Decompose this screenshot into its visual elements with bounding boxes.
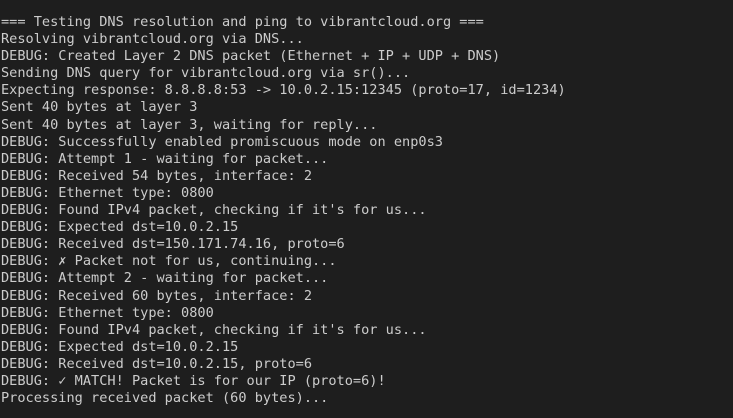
terminal-line: DEBUG: Attempt 2 - waiting for packet...: [1, 270, 329, 287]
terminal-line: DEBUG: Created Layer 2 DNS packet (Ether…: [1, 48, 501, 65]
terminal-line: DEBUG: Found IPv4 packet, checking if it…: [1, 202, 427, 219]
terminal-line: DEBUG: Received dst=150.171.74.16, proto…: [1, 236, 345, 253]
terminal-line: Processing received packet (60 bytes)...: [1, 390, 329, 407]
terminal-output: === Testing DNS resolution and ping to v…: [0, 14, 733, 407]
scrolled-off-line: [0, 0, 733, 14]
terminal-line: Resolving vibrantcloud.org via DNS...: [1, 31, 304, 48]
terminal-line: DEBUG: Received 60 bytes, interface: 2: [1, 287, 312, 304]
partial-glyph: [357, 0, 365, 3]
terminal-line: Sent 40 bytes at layer 3, waiting for re…: [1, 116, 378, 133]
terminal-line: === Testing DNS resolution and ping to v…: [1, 14, 484, 30]
terminal-line: DEBUG: Ethernet type: 0800: [1, 184, 214, 201]
terminal-line: DEBUG: ✗ Packet not for us, continuing..…: [1, 253, 337, 270]
terminal-line: DEBUG: Found IPv4 packet, checking if it…: [1, 321, 427, 338]
terminal-line: Sent 40 bytes at layer 3: [1, 99, 198, 116]
terminal-line: DEBUG: Expected dst=10.0.2.15: [1, 219, 239, 236]
terminal-line: DEBUG: Received dst=10.0.2.15, proto=6: [1, 355, 312, 372]
terminal-window[interactable]: === Testing DNS resolution and ping to v…: [0, 0, 733, 418]
terminal-line: DEBUG: Expected dst=10.0.2.15: [1, 338, 239, 355]
terminal-line: DEBUG: Ethernet type: 0800: [1, 304, 214, 321]
terminal-line: DEBUG: ✓ MATCH! Packet is for our IP (pr…: [1, 372, 386, 389]
terminal-line: DEBUG: Received 54 bytes, interface: 2: [1, 167, 312, 184]
terminal-line: DEBUG: Successfully enabled promiscuous …: [1, 133, 443, 150]
terminal-line: DEBUG: Attempt 1 - waiting for packet...: [1, 150, 329, 167]
terminal-line: Expecting response: 8.8.8.8:53 -> 10.0.2…: [1, 82, 566, 99]
terminal-line: Sending DNS query for vibrantcloud.org v…: [1, 65, 411, 82]
